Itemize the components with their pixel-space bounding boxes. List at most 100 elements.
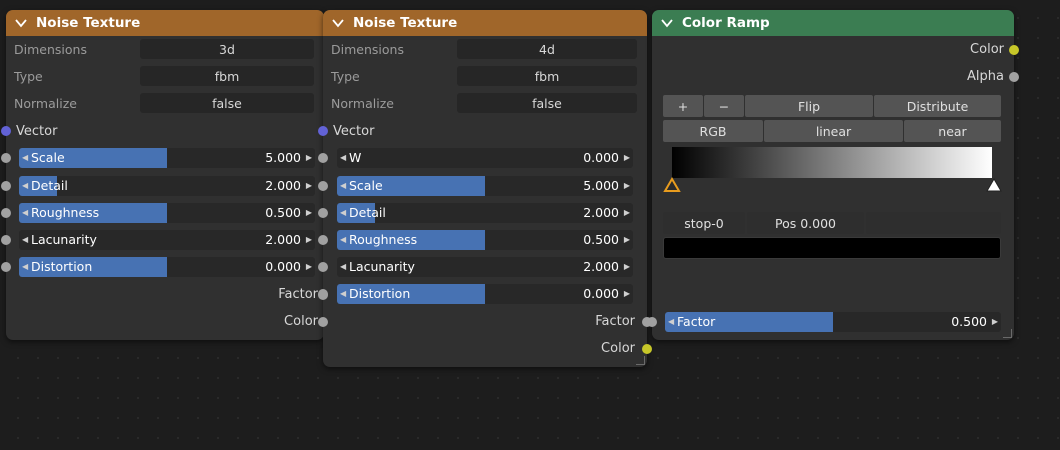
noise-texture-node-2[interactable]: Noise Texture Dimensions 4d Type fbm Nor… xyxy=(318,10,647,367)
distortion-slider[interactable]: ◀ Distortion 0.000 ▶ xyxy=(337,284,633,304)
active-stop-index[interactable]: stop-0 xyxy=(663,212,745,234)
add-stop-button[interactable]: + xyxy=(663,95,703,117)
increment-arrow-icon[interactable]: ▶ xyxy=(992,312,998,332)
color-ramp-gradient[interactable] xyxy=(672,147,992,178)
lacunarity-input-socket[interactable] xyxy=(318,262,328,272)
normalize-row: Normalize false xyxy=(14,93,314,113)
decrement-arrow-icon[interactable]: ◀ xyxy=(22,230,28,250)
increment-arrow-icon[interactable]: ▶ xyxy=(306,176,312,196)
normalize-field[interactable]: false xyxy=(140,93,314,113)
node3-alpha-output-socket[interactable] xyxy=(1009,72,1019,82)
resize-handle[interactable] xyxy=(1003,329,1012,338)
slider-value: 5.000 xyxy=(265,150,301,165)
node-title: Noise Texture xyxy=(36,15,141,31)
scale-input-socket[interactable] xyxy=(318,181,328,191)
decrement-arrow-icon[interactable]: ◀ xyxy=(22,176,28,196)
distortion-input-socket[interactable] xyxy=(1,262,11,272)
stop-marker-1-icon[interactable] xyxy=(985,177,1003,197)
stop-color-swatch[interactable] xyxy=(663,237,1001,259)
lacunarity-input-socket[interactable] xyxy=(1,235,11,245)
vector-input-socket[interactable] xyxy=(318,126,328,136)
node2-factor-output-socket[interactable] xyxy=(642,317,652,327)
increment-arrow-icon[interactable]: ▶ xyxy=(624,176,630,196)
chevron-down-icon[interactable] xyxy=(14,15,30,31)
slider-value: 2.000 xyxy=(265,178,301,193)
factor-slider[interactable]: ◀ Factor 0.500 ▶ xyxy=(665,312,1001,332)
roughness-slider[interactable]: ◀ Roughness 0.500 ▶ xyxy=(19,203,315,223)
type-dropdown[interactable]: fbm xyxy=(457,66,637,86)
roughness-slider[interactable]: ◀ Roughness 0.500 ▶ xyxy=(337,230,633,250)
node2-color-output-socket[interactable] xyxy=(642,344,652,354)
slider-value: 5.000 xyxy=(583,178,619,193)
decrement-arrow-icon[interactable]: ◀ xyxy=(22,257,28,277)
type-dropdown[interactable]: fbm xyxy=(140,66,314,86)
color-ramp-node[interactable]: Color Ramp Color Alpha + − Flip Distribu… xyxy=(647,10,1014,340)
node-header[interactable]: Noise Texture xyxy=(6,10,324,36)
increment-arrow-icon[interactable]: ▶ xyxy=(624,230,630,250)
w-input-socket[interactable] xyxy=(318,153,328,163)
resize-handle[interactable] xyxy=(636,356,645,365)
increment-arrow-icon[interactable]: ▶ xyxy=(306,257,312,277)
decrement-arrow-icon[interactable]: ◀ xyxy=(22,203,28,223)
node-header[interactable]: Noise Texture xyxy=(323,10,647,36)
decrement-arrow-icon[interactable]: ◀ xyxy=(340,176,346,196)
detail-input-socket[interactable] xyxy=(318,208,328,218)
stop-extra-field[interactable] xyxy=(866,212,1001,234)
hue-interpolation-dropdown[interactable]: near xyxy=(904,120,1001,142)
slider-label: Detail xyxy=(31,178,68,193)
increment-arrow-icon[interactable]: ▶ xyxy=(624,284,630,304)
dimensions-dropdown[interactable]: 4d xyxy=(457,39,637,59)
node-header[interactable]: Color Ramp xyxy=(652,10,1014,36)
w-slider[interactable]: ◀ W 0.000 ▶ xyxy=(337,148,633,168)
slider-label: Scale xyxy=(31,150,65,165)
increment-arrow-icon[interactable]: ▶ xyxy=(624,257,630,277)
decrement-arrow-icon[interactable]: ◀ xyxy=(340,284,346,304)
dimensions-row: Dimensions 3d xyxy=(14,39,314,59)
roughness-input-socket[interactable] xyxy=(1,208,11,218)
slider-label: Roughness xyxy=(349,232,418,247)
color-output-label: Color xyxy=(284,314,318,329)
slider-value: 2.000 xyxy=(583,205,619,220)
decrement-arrow-icon[interactable]: ◀ xyxy=(668,312,674,332)
stop-marker-0-icon[interactable] xyxy=(663,177,681,197)
detail-slider[interactable]: ◀ Detail 2.000 ▶ xyxy=(337,203,633,223)
increment-arrow-icon[interactable]: ▶ xyxy=(624,203,630,223)
node1-color-output-socket[interactable] xyxy=(318,317,328,327)
noise-texture-node-1[interactable]: Noise Texture Dimensions 3d Type fbm Nor… xyxy=(1,10,324,340)
roughness-input-socket[interactable] xyxy=(318,235,328,245)
distortion-slider[interactable]: ◀ Distortion 0.000 ▶ xyxy=(19,257,315,277)
lacunarity-slider[interactable]: ◀ Lacunarity 2.000 ▶ xyxy=(337,257,633,277)
chevron-down-icon[interactable] xyxy=(660,15,676,31)
lacunarity-slider[interactable]: ◀ Lacunarity 2.000 ▶ xyxy=(19,230,315,250)
scale-slider[interactable]: ◀ Scale 5.000 ▶ xyxy=(19,148,315,168)
chevron-down-icon[interactable] xyxy=(331,15,347,31)
node1-factor-output-socket[interactable] xyxy=(318,290,328,300)
normalize-field[interactable]: false xyxy=(457,93,637,113)
distribute-button[interactable]: Distribute xyxy=(874,95,1001,117)
vector-input-socket[interactable] xyxy=(1,126,11,136)
dimensions-dropdown[interactable]: 3d xyxy=(140,39,314,59)
increment-arrow-icon[interactable]: ▶ xyxy=(306,148,312,168)
stop-position-field[interactable]: Pos 0.000 xyxy=(747,212,864,234)
decrement-arrow-icon[interactable]: ◀ xyxy=(340,203,346,223)
increment-arrow-icon[interactable]: ▶ xyxy=(624,148,630,168)
slider-value: 2.000 xyxy=(583,259,619,274)
flip-button[interactable]: Flip xyxy=(745,95,873,117)
node3-color-output-socket[interactable] xyxy=(1009,45,1019,55)
remove-stop-button[interactable]: − xyxy=(704,95,744,117)
color-mode-dropdown[interactable]: RGB xyxy=(663,120,763,142)
scale-slider[interactable]: ◀ Scale 5.000 ▶ xyxy=(337,176,633,196)
increment-arrow-icon[interactable]: ▶ xyxy=(306,203,312,223)
scale-input-socket[interactable] xyxy=(1,153,11,163)
decrement-arrow-icon[interactable]: ◀ xyxy=(340,257,346,277)
interpolation-dropdown[interactable]: linear xyxy=(764,120,903,142)
slider-value: 0.000 xyxy=(265,259,301,274)
decrement-arrow-icon[interactable]: ◀ xyxy=(340,230,346,250)
slider-label: W xyxy=(349,150,362,165)
decrement-arrow-icon[interactable]: ◀ xyxy=(340,148,346,168)
increment-arrow-icon[interactable]: ▶ xyxy=(306,230,312,250)
detail-input-socket[interactable] xyxy=(1,181,11,191)
decrement-arrow-icon[interactable]: ◀ xyxy=(22,148,28,168)
slider-label: Detail xyxy=(349,205,386,220)
detail-slider[interactable]: ◀ Detail 2.000 ▶ xyxy=(19,176,315,196)
